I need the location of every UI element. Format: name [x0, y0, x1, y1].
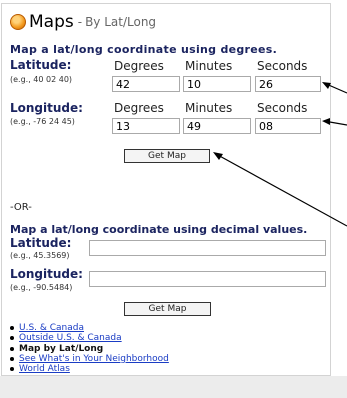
get-map-decimal-button[interactable]: Get Map — [124, 302, 211, 316]
dms-latitude-hint: (e.g., 40 02 40) — [10, 75, 73, 84]
column-head-seconds-2: Seconds — [257, 101, 308, 115]
degrees-intro: Map a lat/long coordinate using degrees. — [10, 43, 278, 56]
lat-degrees-input[interactable] — [112, 76, 180, 92]
column-head-degrees-2: Degrees — [114, 101, 164, 115]
decimal-latitude-hint: (e.g., 45.3569) — [10, 251, 70, 260]
lat-seconds-input[interactable] — [255, 76, 321, 92]
decimal-longitude-input[interactable] — [89, 271, 326, 287]
dms-longitude-hint: (e.g., -76 24 45) — [10, 117, 75, 126]
decimal-latitude-label: Latitude: — [10, 236, 72, 250]
lon-degrees-input[interactable] — [112, 118, 180, 134]
column-head-seconds: Seconds — [257, 59, 308, 73]
title-row: Maps - By Lat/Long — [10, 12, 156, 32]
decimal-intro: Map a lat/long coordinate using decimal … — [10, 223, 308, 236]
maps-logo-icon — [10, 14, 26, 30]
link-neighborhood[interactable]: See What's in Your Neighborhood — [19, 354, 169, 364]
list-item: U.S. & Canada — [8, 323, 169, 333]
column-head-degrees: Degrees — [114, 59, 164, 73]
list-item: World Atlas — [8, 364, 169, 374]
bottom-strip — [0, 376, 347, 398]
lon-seconds-input[interactable] — [255, 118, 321, 134]
decimal-latitude-input[interactable] — [89, 240, 326, 256]
lat-minutes-input[interactable] — [183, 76, 251, 92]
dms-latitude-label: Latitude: — [10, 58, 72, 72]
get-map-dms-button[interactable]: Get Map — [124, 149, 210, 163]
column-head-minutes: Minutes — [185, 59, 233, 73]
link-us-canada[interactable]: U.S. & Canada — [19, 323, 84, 333]
link-outside-us-canada[interactable]: Outside U.S. & Canada — [19, 333, 122, 343]
or-divider: -OR- — [10, 202, 32, 213]
decimal-longitude-label: Longitude: — [10, 267, 83, 281]
title-separator: - — [77, 15, 83, 29]
current-page-map-by-lat-long: Map by Lat/Long — [19, 343, 104, 354]
maps-panel: Maps - By Lat/Long Map a lat/long coordi… — [1, 3, 331, 376]
list-item: Outside U.S. & Canada — [8, 333, 169, 343]
dms-longitude-label: Longitude: — [10, 101, 83, 115]
list-item: See What's in Your Neighborhood — [8, 354, 169, 364]
page-subtitle: By Lat/Long — [85, 15, 157, 29]
lon-minutes-input[interactable] — [183, 118, 251, 134]
decimal-longitude-hint: (e.g., -90.5484) — [10, 283, 73, 292]
maps-nav-list: U.S. & Canada Outside U.S. & Canada Map … — [8, 323, 169, 374]
link-world-atlas[interactable]: World Atlas — [19, 364, 70, 374]
page-title: Maps — [29, 12, 74, 32]
column-head-minutes-2: Minutes — [185, 101, 233, 115]
list-item: Map by Lat/Long — [8, 344, 169, 354]
